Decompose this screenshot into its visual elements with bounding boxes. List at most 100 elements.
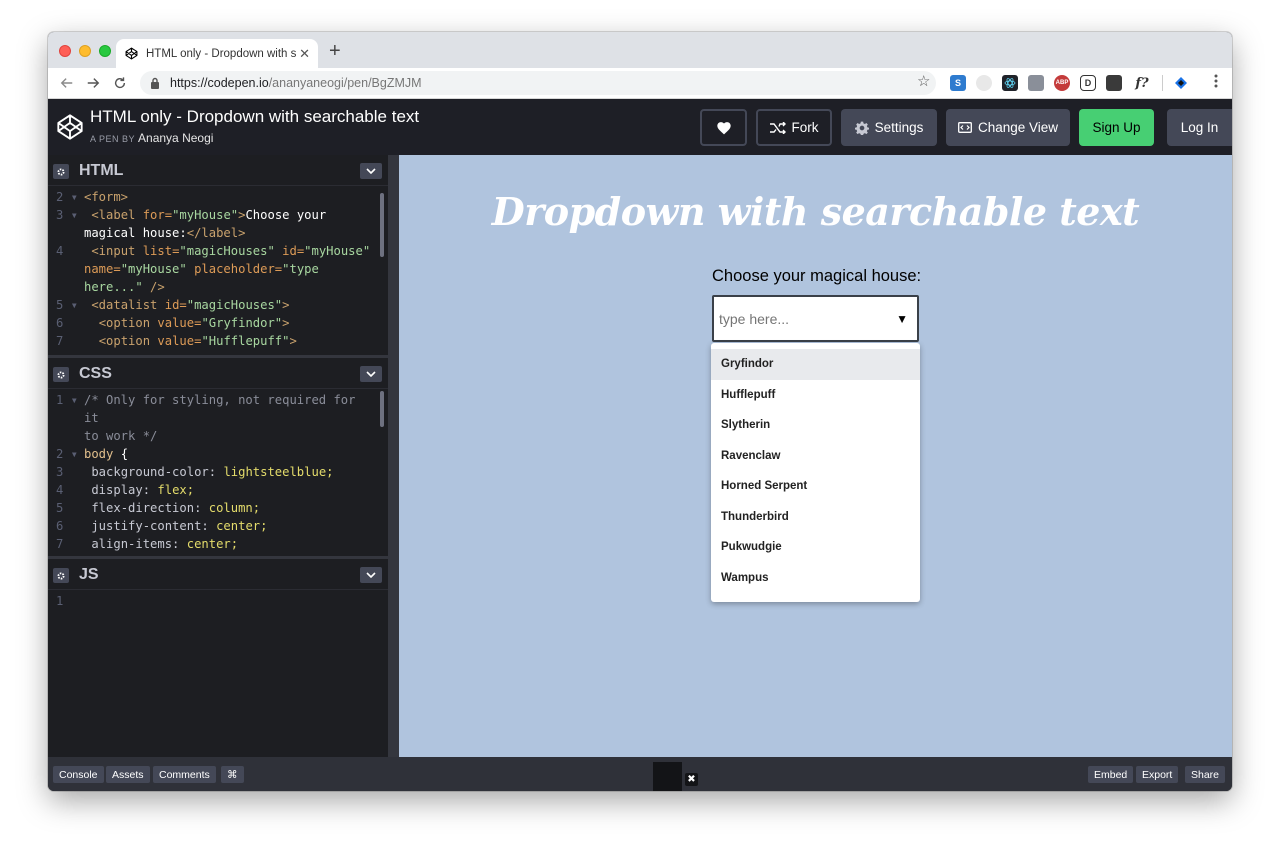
keyboard-shortcuts-button[interactable]: ⌘: [221, 766, 244, 783]
code-token: background-color:: [91, 465, 217, 479]
html-scrollbar[interactable]: [380, 193, 384, 257]
extension-diamond-icon[interactable]: [1173, 75, 1189, 91]
code-token: id=: [282, 244, 305, 258]
signup-button[interactable]: Sign Up: [1079, 109, 1154, 146]
css-scrollbar[interactable]: [380, 391, 384, 427]
dropdown-arrow-icon[interactable]: ▼: [896, 312, 908, 326]
code-token: <datalist: [91, 298, 158, 312]
settings-label: Settings: [874, 120, 924, 135]
forward-arrow-icon[interactable]: [86, 73, 100, 96]
code-line: 2 ▾ body {: [48, 445, 382, 463]
preview-heading: Dropdown with searchable text: [491, 189, 1140, 234]
js-code-area[interactable]: 1: [48, 592, 382, 610]
list-item[interactable]: Pukwudgie: [711, 532, 920, 563]
css-code-area[interactable]: 1 ▾ /* Only for styling, not required for…: [48, 391, 382, 571]
bookmark-star-icon[interactable]: ☆: [917, 72, 930, 90]
js-settings-gear-icon[interactable]: [53, 568, 69, 583]
gear-icon: [854, 121, 869, 135]
extension-person-icon[interactable]: [1028, 75, 1044, 91]
url-text: https://codepen.io/ananyaneogi/pen/BgZMJ…: [170, 76, 422, 90]
login-button[interactable]: Log In: [1167, 109, 1232, 146]
assets-button[interactable]: Assets: [106, 766, 150, 783]
list-item[interactable]: Hufflepuff: [711, 380, 920, 411]
codepen-logo-icon[interactable]: [56, 113, 84, 141]
code-token: "magicHouses": [186, 298, 283, 312]
pen-author-link[interactable]: Ananya Neogi: [138, 131, 213, 145]
code-line: 4 display: flex;: [48, 481, 382, 499]
line-number: 5 ▾: [55, 298, 78, 312]
line-number: 7: [55, 537, 78, 551]
list-item[interactable]: Wampus: [711, 563, 920, 594]
line-number: 3: [55, 465, 78, 479]
code-token: lightsteelblue;: [223, 465, 334, 479]
house-input-placeholder: type here...: [719, 310, 790, 327]
extension-shield-icon[interactable]: D: [1080, 75, 1096, 91]
list-item[interactable]: Thunderbird: [711, 502, 920, 533]
css-collapse-chevron-icon[interactable]: [360, 366, 382, 382]
react-devtools-icon[interactable]: [1002, 75, 1018, 91]
list-item[interactable]: Ravenclaw: [711, 441, 920, 472]
new-tab-button[interactable]: +: [329, 41, 341, 61]
address-bar[interactable]: https://codepen.io/ananyaneogi/pen/BgZMJ…: [140, 71, 936, 95]
codepen-footer: Console Assets Comments ⌘ ✖ Embed Export…: [48, 757, 1232, 791]
fork-button[interactable]: Fork: [756, 109, 832, 146]
code-token: <option: [98, 316, 151, 330]
export-button[interactable]: Export: [1136, 766, 1179, 783]
code-token: <option: [98, 334, 151, 348]
html-settings-gear-icon[interactable]: [53, 164, 69, 179]
maximize-window-button[interactable]: [99, 45, 111, 57]
close-window-button[interactable]: [59, 45, 71, 57]
code-line: name="myHouse" placeholder="type: [48, 260, 382, 278]
js-collapse-chevron-icon[interactable]: [360, 567, 382, 583]
html-code-area[interactable]: 2 ▾ <form> 3 ▾ <label for="myHouse">Choos…: [48, 188, 382, 350]
love-button[interactable]: [700, 109, 747, 146]
line-number: 2 ▾: [55, 190, 78, 204]
code-token: value=: [157, 316, 202, 330]
comments-button[interactable]: Comments: [153, 766, 216, 783]
house-options-list: Gryfindor Hufflepuff Slytherin Ravenclaw…: [711, 343, 920, 602]
house-search-input[interactable]: type here... ▼: [712, 295, 919, 342]
line-number: 6: [55, 316, 78, 330]
html-editor-pane: HTML 2 ▾ <form> 3 ▾ <label for="myHouse">…: [48, 155, 388, 355]
code-token: >: [282, 316, 290, 330]
code-token: "myHouse": [120, 262, 187, 276]
extension-ghost-icon[interactable]: [976, 75, 992, 91]
code-token: to work */: [84, 429, 158, 443]
code-token: >: [289, 334, 297, 348]
editor-preview-resizer[interactable]: [388, 155, 399, 757]
code-token: "type: [282, 262, 319, 276]
list-item[interactable]: Horned Serpent: [711, 471, 920, 502]
tab-close-icon[interactable]: ✕: [299, 46, 310, 62]
code-token: body: [84, 447, 114, 461]
embed-button[interactable]: Embed: [1088, 766, 1134, 783]
reload-icon[interactable]: [113, 73, 127, 96]
lock-icon: [150, 77, 162, 89]
extension-dark-icon[interactable]: [1106, 75, 1122, 91]
list-item[interactable]: Slytherin: [711, 410, 920, 441]
code-line: magical house:</label>: [48, 224, 382, 242]
code-token: "myHouse": [172, 208, 239, 222]
code-line: 5 flex-direction: column;: [48, 499, 382, 517]
share-button[interactable]: Share: [1185, 766, 1226, 783]
change-view-button[interactable]: Change View: [946, 109, 1070, 146]
back-arrow-icon[interactable]: [60, 73, 74, 96]
list-item[interactable]: Gryfindor: [711, 349, 920, 380]
browser-menu-icon[interactable]: [1214, 74, 1218, 91]
code-token: "Hufflepuff": [201, 334, 290, 348]
line-number: [48, 260, 84, 278]
css-settings-gear-icon[interactable]: [53, 367, 69, 382]
extension-f-icon[interactable]: f?: [1132, 75, 1152, 91]
minimize-window-button[interactable]: [79, 45, 91, 57]
html-collapse-chevron-icon[interactable]: [360, 163, 382, 179]
console-button[interactable]: Console: [53, 766, 104, 783]
extension-s-icon[interactable]: S: [950, 75, 966, 91]
browser-tab[interactable]: HTML only - Dropdown with se ✕: [116, 39, 318, 68]
line-number: 4: [55, 483, 78, 497]
code-token: list=: [142, 244, 180, 258]
close-icon[interactable]: ✖: [685, 773, 698, 786]
adblock-icon[interactable]: ABP: [1054, 75, 1070, 91]
settings-button[interactable]: Settings: [841, 109, 937, 146]
line-number: [48, 224, 84, 242]
css-editor-pane: CSS 1 ▾ /* Only for styling, not required…: [48, 355, 388, 569]
drag-handle[interactable]: [653, 762, 682, 791]
